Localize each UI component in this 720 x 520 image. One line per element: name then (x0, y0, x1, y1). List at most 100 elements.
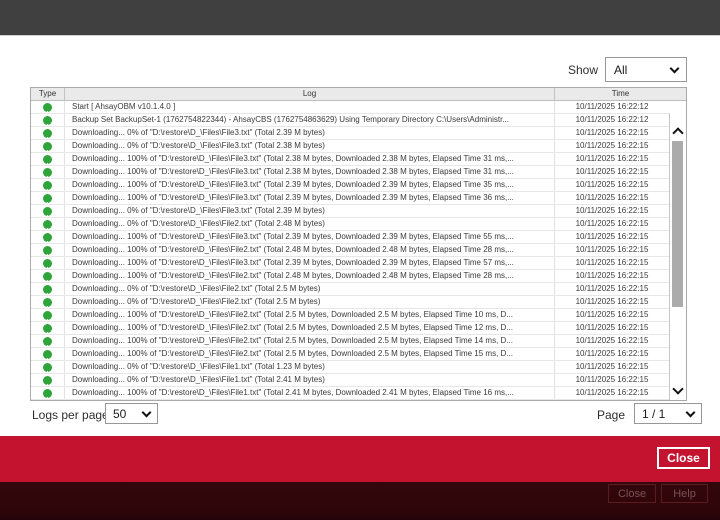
type-cell (31, 101, 65, 113)
chevron-down-icon (141, 407, 152, 417)
time-cell: 10/11/2025 16:22:12 (575, 115, 649, 124)
table-row[interactable]: Downloading... 100% of "D:\restore\D_\Fi… (31, 244, 686, 257)
show-filter-select[interactable]: All (605, 57, 687, 82)
time-cell: 10/11/2025 16:22:15 (575, 284, 649, 293)
page-select[interactable]: 1 / 1 (634, 403, 702, 424)
table-row[interactable]: Downloading... 100% of "D:\restore\D_\Fi… (31, 166, 686, 179)
time-cell: 10/11/2025 16:22:15 (575, 349, 649, 358)
close-button[interactable]: Close (657, 447, 710, 469)
type-cell (31, 270, 65, 282)
time-cell: 10/11/2025 16:22:15 (575, 362, 649, 371)
log-cell: Downloading... 100% of "D:\restore\D_\Fi… (65, 231, 555, 243)
log-cell: Downloading... 100% of "D:\restore\D_\Fi… (65, 335, 555, 347)
time-cell: 10/11/2025 16:22:12 (575, 102, 649, 111)
page-label: Page (597, 408, 626, 422)
column-header-time: Time (611, 89, 630, 98)
time-cell: 10/11/2025 16:22:15 (575, 141, 649, 150)
table-row[interactable]: Downloading... 100% of "D:\restore\D_\Fi… (31, 348, 686, 361)
type-cell (31, 140, 65, 152)
info-icon (43, 375, 52, 385)
table-row[interactable]: Downloading... 100% of "D:\restore\D_\Fi… (31, 335, 686, 348)
log-cell: Backup Set BackupSet-1 (1762754822344) -… (65, 114, 555, 126)
log-cell: Downloading... 100% of "D:\restore\D_\Fi… (65, 192, 555, 204)
time-cell: 10/11/2025 16:22:15 (575, 167, 649, 176)
table-row[interactable]: Downloading... 0% of "D:\restore\D_\File… (31, 374, 686, 387)
table-row[interactable]: Downloading... 100% of "D:\restore\D_\Fi… (31, 322, 686, 335)
type-cell (31, 231, 65, 243)
time-cell: 10/11/2025 16:22:15 (575, 193, 649, 202)
time-cell: 10/11/2025 16:22:15 (575, 219, 649, 228)
log-cell: Downloading... 100% of "D:\restore\D_\Fi… (65, 348, 555, 360)
info-icon (43, 128, 52, 138)
table-row[interactable]: Backup Set BackupSet-1 (1762754822344) -… (31, 114, 686, 127)
type-cell (31, 205, 65, 217)
type-cell (31, 166, 65, 178)
info-icon (43, 154, 52, 164)
background-help-button[interactable]: Help (661, 484, 708, 503)
table-row[interactable]: Downloading... 100% of "D:\restore\D_\Fi… (31, 179, 686, 192)
info-icon (43, 323, 52, 333)
log-cell: Downloading... 0% of "D:\restore\D_\File… (65, 218, 555, 230)
info-icon (43, 336, 52, 346)
type-cell (31, 257, 65, 269)
time-cell: 10/11/2025 16:22:15 (575, 245, 649, 254)
log-cell: Downloading... 0% of "D:\restore\D_\File… (65, 127, 555, 139)
log-cell: Downloading... 100% of "D:\restore\D_\Fi… (65, 257, 555, 269)
log-cell: Downloading... 100% of "D:\restore\D_\Fi… (65, 244, 555, 256)
chevron-down-icon (685, 407, 696, 417)
info-icon (43, 206, 52, 216)
info-icon (43, 297, 52, 307)
table-row[interactable]: Downloading... 0% of "D:\restore\D_\File… (31, 296, 686, 309)
vertical-scrollbar[interactable] (669, 113, 686, 400)
info-icon (43, 102, 52, 112)
type-cell (31, 244, 65, 256)
type-cell (31, 335, 65, 347)
table-row[interactable]: Downloading... 0% of "D:\restore\D_\File… (31, 361, 686, 374)
log-cell: Downloading... 100% of "D:\restore\D_\Fi… (65, 387, 555, 399)
time-cell: 10/11/2025 16:22:15 (575, 323, 649, 332)
scrollbar-thumb[interactable] (672, 141, 683, 307)
info-icon (43, 180, 52, 190)
type-cell (31, 322, 65, 334)
table-row[interactable]: Downloading... 100% of "D:\restore\D_\Fi… (31, 309, 686, 322)
type-cell (31, 218, 65, 230)
table-row[interactable]: Downloading... 100% of "D:\restore\D_\Fi… (31, 153, 686, 166)
table-row[interactable]: Downloading... 100% of "D:\restore\D_\Fi… (31, 270, 686, 283)
background-close-button[interactable]: Close (608, 484, 656, 503)
type-cell (31, 387, 65, 399)
time-cell: 10/11/2025 16:22:15 (575, 388, 649, 397)
logs-per-page-label: Logs per page (32, 408, 109, 422)
background-window-strip: Close Help (0, 482, 720, 520)
type-cell (31, 296, 65, 308)
table-row[interactable]: Downloading... 100% of "D:\restore\D_\Fi… (31, 257, 686, 270)
info-icon (43, 258, 52, 268)
table-row[interactable]: Downloading... 0% of "D:\restore\D_\File… (31, 283, 686, 296)
table-row[interactable]: Downloading... 0% of "D:\restore\D_\File… (31, 140, 686, 153)
scroll-up-icon[interactable] (672, 127, 684, 139)
time-cell: 10/11/2025 16:22:15 (575, 128, 649, 137)
show-filter-value: All (614, 62, 628, 77)
log-cell: Downloading... 100% of "D:\restore\D_\Fi… (65, 166, 555, 178)
log-table: Type Log Time Start [ AhsayOBM v10.1.4.0… (30, 87, 687, 401)
log-cell: Start [ AhsayOBM v10.1.4.0 ] (65, 101, 555, 113)
table-row[interactable]: Downloading... 0% of "D:\restore\D_\File… (31, 127, 686, 140)
table-row[interactable]: Downloading... 100% of "D:\restore\D_\Fi… (31, 231, 686, 244)
log-cell: Downloading... 0% of "D:\restore\D_\File… (65, 283, 555, 295)
table-row[interactable]: Downloading... 100% of "D:\restore\D_\Fi… (31, 387, 686, 400)
log-cell: Downloading... 0% of "D:\restore\D_\File… (65, 296, 555, 308)
table-row[interactable]: Downloading... 0% of "D:\restore\D_\File… (31, 205, 686, 218)
background-titlebar (0, 0, 720, 36)
table-row[interactable]: Downloading... 0% of "D:\restore\D_\File… (31, 218, 686, 231)
table-row[interactable]: Downloading... 100% of "D:\restore\D_\Fi… (31, 192, 686, 205)
info-icon (43, 388, 52, 398)
logs-per-page-select[interactable]: 50 (105, 403, 158, 424)
info-icon (43, 232, 52, 242)
time-cell: 10/11/2025 16:22:15 (575, 297, 649, 306)
show-filter-label: Show (567, 63, 598, 77)
scroll-down-icon[interactable] (672, 383, 684, 395)
time-cell: 10/11/2025 16:22:15 (575, 206, 649, 215)
type-cell (31, 309, 65, 321)
type-cell (31, 192, 65, 204)
time-cell: 10/11/2025 16:22:15 (575, 375, 649, 384)
table-row[interactable]: Start [ AhsayOBM v10.1.4.0 ] 10/11/2025 … (31, 101, 686, 114)
